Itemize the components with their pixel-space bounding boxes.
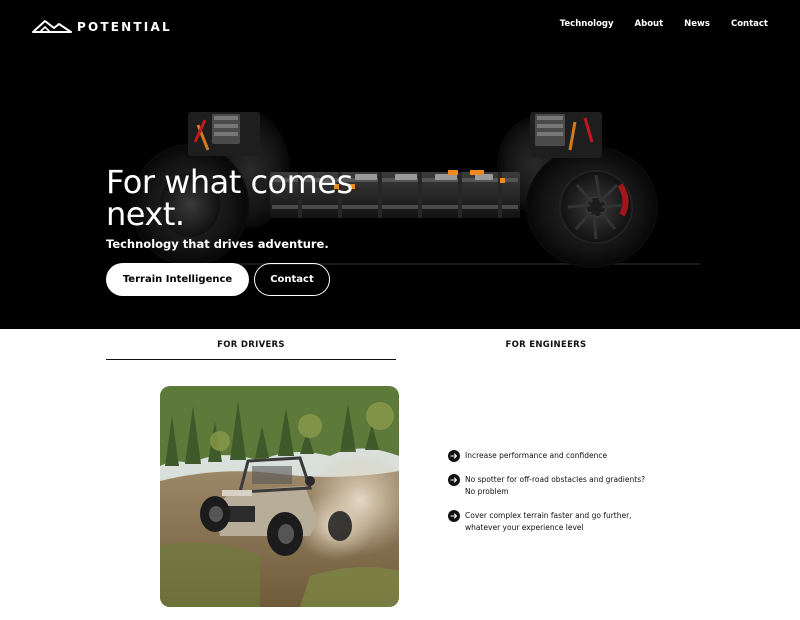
- hero-section: POTENTIAL Technology About News Contact …: [0, 0, 800, 329]
- feature-text: Increase performance and confidence: [465, 451, 608, 460]
- tab-for-drivers[interactable]: FOR DRIVERS: [106, 340, 396, 360]
- tab-for-engineers[interactable]: FOR ENGINEERS: [400, 340, 692, 360]
- mountain-logo-icon: [32, 20, 72, 33]
- brand-name: POTENTIAL: [77, 20, 172, 34]
- brand-logo[interactable]: POTENTIAL: [32, 18, 172, 34]
- hero-title: For what comes next.: [106, 163, 353, 233]
- feature-text: Cover complex terrain faster and go furt…: [465, 511, 632, 532]
- terrain-intelligence-button[interactable]: Terrain Intelligence: [106, 263, 249, 296]
- arrow-right-circle-icon: [448, 450, 460, 462]
- main-nav: Technology About News Contact: [560, 19, 768, 29]
- nav-link-technology[interactable]: Technology: [560, 19, 614, 29]
- hero-subtitle: Technology that drives adventure.: [106, 237, 329, 251]
- features-list: Increase performance and confidence No s…: [448, 450, 678, 546]
- nav-link-news[interactable]: News: [684, 19, 710, 29]
- feature-text: No spotter for off-road obstacles and gr…: [465, 475, 646, 496]
- contact-button[interactable]: Contact: [254, 263, 330, 296]
- list-item: No spotter for off-road obstacles and gr…: [448, 474, 678, 498]
- nav-link-about[interactable]: About: [635, 19, 664, 29]
- list-item: Cover complex terrain faster and go furt…: [448, 510, 678, 534]
- arrow-right-circle-icon: [448, 474, 460, 486]
- arrow-right-circle-icon: [448, 510, 460, 522]
- list-item: Increase performance and confidence: [448, 450, 678, 462]
- nav-link-contact[interactable]: Contact: [731, 19, 768, 29]
- offroad-vehicle-photo: [160, 386, 399, 607]
